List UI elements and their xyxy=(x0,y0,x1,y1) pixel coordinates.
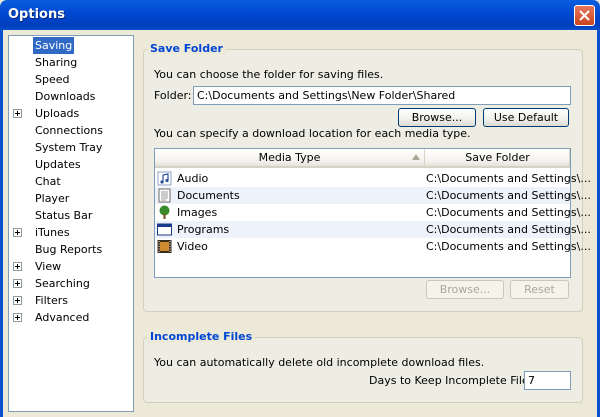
program-window-icon xyxy=(157,223,172,236)
nav-item-sharing[interactable]: Sharing xyxy=(9,54,133,71)
list-item-programs[interactable]: Programs C:\Documents and Settings\... xyxy=(155,221,591,238)
save-folder-title: Save Folder xyxy=(147,42,226,55)
save-folder-intro: You can choose the folder for saving fil… xyxy=(154,68,384,81)
folder-label: Folder: xyxy=(154,89,192,102)
incomplete-files-intro: You can automatically delete old incompl… xyxy=(154,356,485,369)
days-to-keep-input[interactable] xyxy=(524,371,571,390)
nav-item-status-bar[interactable]: Status Bar xyxy=(9,207,133,224)
browse-button[interactable]: Browse... xyxy=(398,108,476,127)
nav-item-system-tray[interactable]: System Tray xyxy=(9,139,133,156)
incomplete-files-title: Incomplete Files xyxy=(147,330,256,343)
expand-plus-icon[interactable] xyxy=(13,296,22,305)
expand-plus-icon[interactable] xyxy=(13,262,22,271)
close-button[interactable] xyxy=(574,5,595,26)
media-type-column-header[interactable]: Media Type xyxy=(155,149,425,166)
nav-item-uploads[interactable]: Uploads xyxy=(9,105,133,122)
media-location-intro: You can specify a download location for … xyxy=(154,127,471,140)
list-item-images[interactable]: Images C:\Documents and Settings\... xyxy=(155,204,591,221)
nav-item-downloads[interactable]: Downloads xyxy=(9,88,133,105)
window-title: Options xyxy=(8,7,65,22)
media-type-list[interactable]: Media Type Save Folder Audio C:\Document… xyxy=(154,148,591,278)
sort-ascending-icon xyxy=(412,154,420,160)
close-icon xyxy=(579,10,590,21)
expand-plus-icon[interactable] xyxy=(13,313,22,322)
nav-item-bug-reports[interactable]: Bug Reports xyxy=(9,241,133,258)
list-item-documents[interactable]: Documents C:\Documents and Settings\... xyxy=(155,187,591,204)
options-nav-tree[interactable]: Saving Sharing Speed Downloads Uploads C… xyxy=(8,35,134,412)
nav-item-itunes[interactable]: iTunes xyxy=(9,224,133,241)
days-to-keep-label: Days to Keep Incomplete Files: xyxy=(369,374,539,387)
title-bar[interactable]: Options xyxy=(0,0,600,30)
nav-item-speed[interactable]: Speed xyxy=(9,71,133,88)
expand-plus-icon[interactable] xyxy=(13,228,22,237)
save-folder-column-header[interactable]: Save Folder xyxy=(426,149,570,166)
nav-item-view[interactable]: View xyxy=(9,258,133,275)
nav-item-advanced[interactable]: Advanced xyxy=(9,309,133,326)
use-default-button[interactable]: Use Default xyxy=(483,108,569,127)
list-header: Media Type Save Folder xyxy=(155,149,570,168)
video-film-icon xyxy=(157,240,172,253)
options-window: Options Saving Sharing Speed Downloads U… xyxy=(0,0,600,417)
nav-item-updates[interactable]: Updates xyxy=(9,156,133,173)
media-browse-button[interactable]: Browse... xyxy=(426,280,504,299)
media-reset-button[interactable]: Reset xyxy=(510,280,569,299)
nav-item-searching[interactable]: Searching xyxy=(9,275,133,292)
image-tree-icon xyxy=(159,205,170,219)
expand-plus-icon[interactable] xyxy=(13,279,22,288)
folder-path-input[interactable] xyxy=(193,86,571,105)
expand-plus-icon[interactable] xyxy=(13,109,22,118)
document-icon xyxy=(158,188,171,203)
audio-note-icon xyxy=(157,171,172,186)
nav-item-player[interactable]: Player xyxy=(9,190,133,207)
incomplete-files-group xyxy=(143,337,583,403)
nav-item-saving[interactable]: Saving xyxy=(9,37,133,54)
nav-item-chat[interactable]: Chat xyxy=(9,173,133,190)
list-item-video[interactable]: Video C:\Documents and Settings\... xyxy=(155,238,591,255)
list-item-audio[interactable]: Audio C:\Documents and Settings\... xyxy=(155,170,591,187)
nav-item-filters[interactable]: Filters xyxy=(9,292,133,309)
nav-item-connections[interactable]: Connections xyxy=(9,122,133,139)
